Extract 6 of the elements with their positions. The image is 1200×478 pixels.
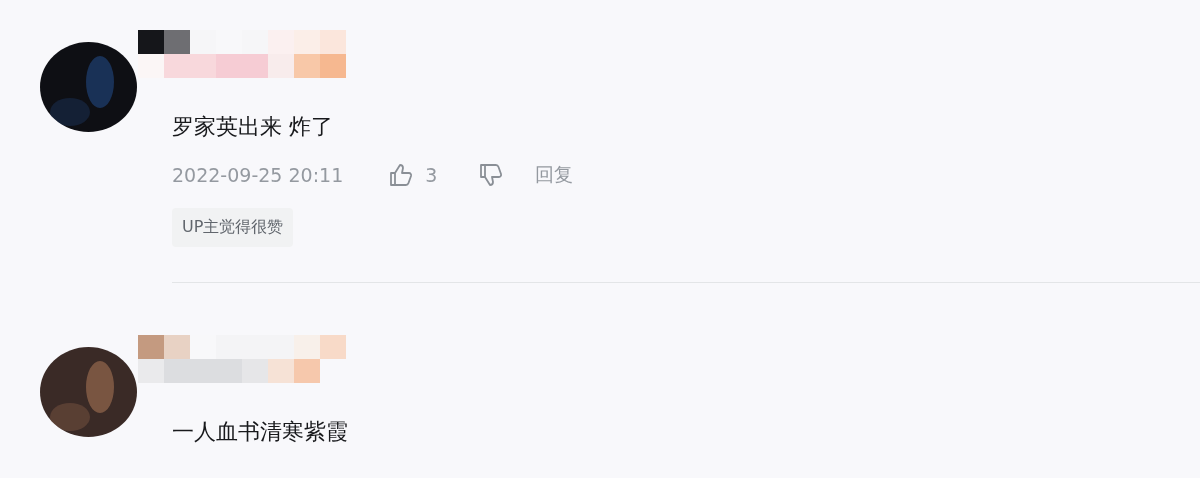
comment-text: 一人血书清寒紫霞 [172, 418, 349, 446]
comment-text: 罗家英出来 炸了 [172, 113, 334, 141]
reply-link[interactable]: 回复 [535, 162, 574, 188]
like-count: 3 [425, 164, 438, 186]
up-liked-badge: UP主觉得很赞 [172, 208, 294, 247]
comment-time: 2022-09-25 20:11 [172, 164, 344, 186]
